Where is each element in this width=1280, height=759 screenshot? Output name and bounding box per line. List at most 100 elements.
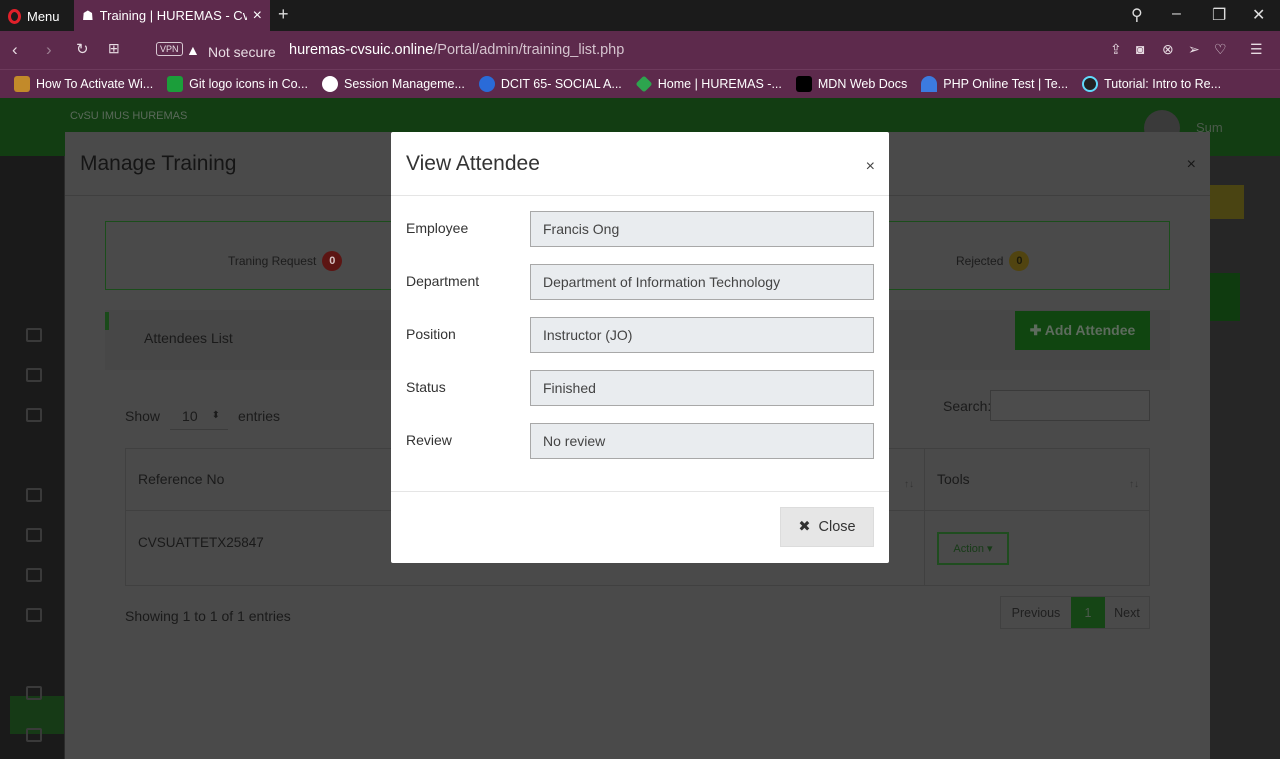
search-input[interactable] bbox=[990, 390, 1150, 421]
table-info: Showing 1 to 1 of 1 entries bbox=[125, 608, 291, 624]
position-label: Position bbox=[406, 326, 456, 342]
column-divider bbox=[924, 449, 925, 585]
bookmark-label: DCIT 65- SOCIAL A... bbox=[500, 77, 622, 91]
department-label: Department bbox=[406, 273, 480, 289]
pagination-previous[interactable]: Previous bbox=[1001, 597, 1071, 628]
view-attendee-modal: View Attendee × Employee Francis Ong Dep… bbox=[391, 132, 889, 563]
attendees-list-title: Attendees List bbox=[144, 330, 233, 346]
app-logo: CvSU IMUS HUREMAS bbox=[70, 110, 188, 122]
manage-training-title: Manage Training bbox=[80, 152, 237, 175]
add-attendee-button[interactable]: ✚ Add Attendee bbox=[1015, 311, 1150, 350]
review-label: Review bbox=[406, 432, 452, 448]
back-icon[interactable]: ‹ bbox=[12, 40, 18, 60]
bookmark-item[interactable]: MDN Web Docs bbox=[795, 76, 908, 92]
entries-label: entries bbox=[238, 408, 281, 424]
pagination-next[interactable]: Next bbox=[1105, 597, 1149, 628]
sort-icon[interactable]: ↑↓ bbox=[904, 479, 914, 490]
bookmark-item[interactable]: Tutorial: Intro to Re... bbox=[1082, 76, 1221, 92]
sidebar-calendar-icon[interactable] bbox=[26, 408, 42, 422]
bookmark-favicon-icon bbox=[795, 76, 812, 92]
review-field[interactable]: No review bbox=[530, 423, 874, 459]
bookmarks-bar: How To Activate Wi... Git logo icons in … bbox=[0, 69, 1280, 98]
bookmark-favicon-icon bbox=[1082, 76, 1099, 92]
sidebar-card-icon[interactable] bbox=[26, 368, 42, 382]
bookmark-favicon-icon bbox=[478, 76, 495, 92]
reload-icon[interactable]: ↻ bbox=[76, 40, 89, 58]
sidebar-dollar-icon[interactable] bbox=[26, 568, 42, 582]
restore-icon[interactable]: ❐ bbox=[1212, 5, 1226, 25]
status-rejected[interactable]: Rejected 0 bbox=[956, 251, 1030, 271]
bookmark-item[interactable]: DCIT 65- SOCIAL A... bbox=[478, 76, 622, 92]
employee-label: Employee bbox=[406, 220, 469, 236]
share-icon[interactable]: ⇪ bbox=[1110, 41, 1122, 58]
bookmark-item[interactable]: PHP Online Test | Te... bbox=[921, 76, 1068, 92]
url-host: huremas-cvsuic.online bbox=[289, 42, 434, 58]
divider bbox=[391, 491, 889, 492]
action-dropdown-button[interactable]: Action ▾ bbox=[937, 532, 1009, 565]
search-icon[interactable]: ⚲ bbox=[1131, 5, 1143, 25]
sidebar-user-icon[interactable] bbox=[26, 488, 42, 502]
bookmark-item[interactable]: Git logo icons in Co... bbox=[167, 76, 308, 92]
address-bar: ‹ › ↻ ⊞ VPN ▲ Not secure huremas-cvsuic.… bbox=[0, 31, 1280, 69]
pagination-page-1[interactable]: 1 bbox=[1071, 597, 1105, 628]
window-close-icon[interactable]: ✕ bbox=[1252, 5, 1265, 25]
attendees-accent bbox=[105, 312, 109, 330]
manage-training-close-icon[interactable]: × bbox=[1187, 156, 1196, 174]
bookmark-item[interactable]: Session Manageme... bbox=[321, 76, 465, 92]
department-field[interactable]: Department of Information Technology bbox=[530, 264, 874, 300]
column-header-reference[interactable]: Reference No bbox=[138, 471, 224, 487]
close-icon[interactable]: × bbox=[866, 158, 875, 176]
page-right-panel bbox=[1210, 156, 1280, 759]
sidebar-clock-icon[interactable] bbox=[26, 528, 42, 542]
sidebar-barcode-icon[interactable] bbox=[26, 728, 42, 742]
minimize-icon[interactable]: – bbox=[1172, 5, 1181, 23]
status-label: Rejected bbox=[956, 254, 1004, 268]
forward-icon[interactable]: › bbox=[46, 40, 52, 60]
position-field[interactable]: Instructor (JO) bbox=[530, 317, 874, 353]
bookmark-item[interactable]: Home | HUREMAS -... bbox=[635, 75, 782, 93]
view-attendee-title: View Attendee bbox=[406, 152, 540, 175]
tabs-grid-icon[interactable]: ⊞ bbox=[108, 40, 120, 57]
bookmark-favicon-icon bbox=[635, 75, 653, 93]
status-label: Traning Request bbox=[228, 254, 317, 268]
bookmark-label: Tutorial: Intro to Re... bbox=[1104, 77, 1222, 91]
employee-field[interactable]: Francis Ong bbox=[530, 211, 874, 247]
divider bbox=[391, 195, 889, 196]
pagination: Previous 1 Next bbox=[1000, 596, 1150, 629]
status-badge: 0 bbox=[322, 251, 343, 271]
url-path: /Portal/admin/training_list.php bbox=[433, 42, 625, 58]
status-label: Status bbox=[406, 379, 446, 395]
status-training-request[interactable]: Traning Request 0 bbox=[228, 251, 343, 271]
column-header-tools[interactable]: Tools bbox=[937, 471, 970, 487]
new-tab-icon[interactable]: + bbox=[278, 4, 289, 25]
tab-favicon-icon: ☗ bbox=[82, 7, 94, 23]
sidebar-home-icon[interactable] bbox=[26, 328, 42, 342]
close-button[interactable]: ✖ Close bbox=[780, 507, 874, 547]
bookmark-label: MDN Web Docs bbox=[817, 77, 908, 91]
easy-setup-icon[interactable]: ☰ bbox=[1250, 41, 1263, 58]
sidebar-chart-icon[interactable] bbox=[26, 686, 42, 700]
entries-select[interactable]: 10 ⬍ bbox=[170, 402, 229, 430]
adblock-icon[interactable]: ⊗ bbox=[1162, 41, 1174, 58]
browser-tab-bar: Menu ☗ Training | HUREMAS - CvSU × + ⚲ –… bbox=[0, 0, 1280, 31]
close-x-icon: ✖ bbox=[798, 519, 811, 535]
select-arrows-icon: ⬍ bbox=[211, 410, 220, 421]
browser-tab-active[interactable]: ☗ Training | HUREMAS - CvSU × bbox=[74, 0, 270, 31]
browser-menu-button[interactable]: Menu bbox=[8, 6, 60, 26]
url-field[interactable]: huremas-cvsuic.online/Portal/admin/train… bbox=[289, 42, 624, 58]
status-field[interactable]: Finished bbox=[530, 370, 874, 406]
not-secure-label[interactable]: Not secure bbox=[208, 44, 276, 60]
vpn-badge[interactable]: VPN bbox=[156, 42, 183, 56]
bookmark-label: Session Manageme... bbox=[343, 77, 465, 91]
heart-icon[interactable]: ♡ bbox=[1214, 41, 1227, 58]
tab-close-icon[interactable]: × bbox=[253, 7, 262, 25]
sort-icon[interactable]: ↑↓ bbox=[1129, 479, 1139, 490]
search-label: Search: bbox=[943, 398, 992, 414]
sidebar-building-icon[interactable] bbox=[26, 608, 42, 622]
send-icon[interactable]: ➢ bbox=[1188, 41, 1200, 58]
bookmark-item[interactable]: How To Activate Wi... bbox=[14, 76, 153, 92]
camera-icon[interactable]: ◙ bbox=[1136, 41, 1144, 57]
close-button-label: Close bbox=[818, 519, 856, 535]
page-right-tab bbox=[1210, 273, 1240, 321]
show-label: Show bbox=[125, 408, 161, 424]
